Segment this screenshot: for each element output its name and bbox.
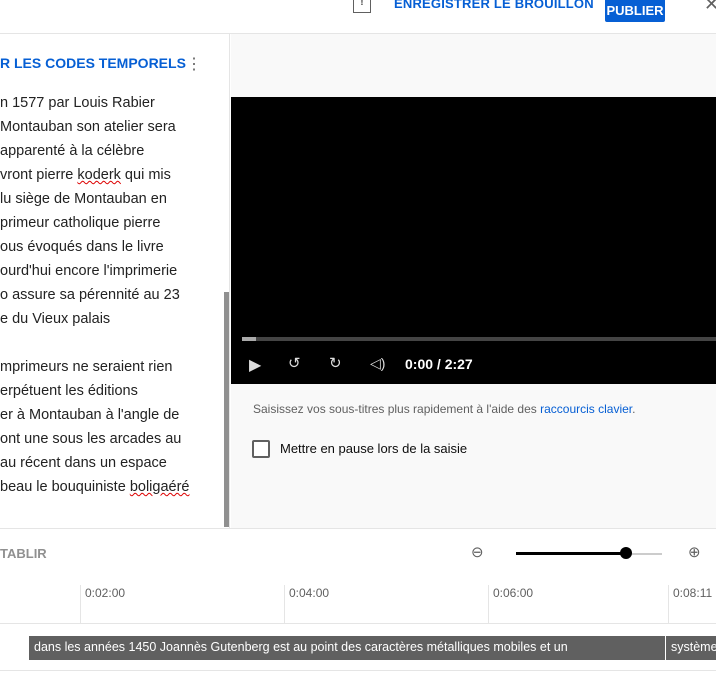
rewind-10-icon[interactable]: ↺ bbox=[288, 354, 301, 372]
zoom-out-icon[interactable]: ⊖ bbox=[471, 543, 484, 561]
restore-button[interactable]: TABLIR bbox=[0, 546, 47, 561]
feedback-icon[interactable]: ! bbox=[353, 0, 371, 13]
play-icon[interactable]: ▶ bbox=[249, 355, 261, 375]
zoom-slider-handle[interactable] bbox=[619, 547, 632, 559]
zoom-slider-fill bbox=[516, 552, 626, 555]
timeline-tick: 0:08:11 bbox=[668, 585, 712, 623]
subtitle-line: lu siège de Montauban en bbox=[0, 191, 167, 207]
scrollbar[interactable] bbox=[224, 292, 229, 527]
progress-bar[interactable] bbox=[242, 337, 716, 341]
subtitle-line: vront pierre koderk qui mis bbox=[0, 167, 171, 183]
subtitle-line: erpétuent les éditions bbox=[0, 383, 138, 399]
subtitle-line: o assure sa pérennité au 23 bbox=[0, 287, 180, 303]
divider bbox=[0, 623, 716, 624]
timeline-tick: 0:06:00 bbox=[488, 585, 533, 623]
hint-text: Saisissez vos sous-titres plus rapidemen… bbox=[253, 402, 541, 416]
caption-block[interactable]: système bbox=[666, 636, 716, 660]
save-draft-button[interactable]: ENREGISTRER LE BROUILLON bbox=[394, 0, 594, 11]
pause-while-typing-label: Mettre en pause lors de la saisie bbox=[280, 441, 468, 456]
subtitle-line: au récent dans un espace bbox=[0, 455, 167, 471]
zoom-in-icon[interactable]: ⊕ bbox=[688, 543, 701, 561]
divider bbox=[0, 670, 716, 671]
subtitle-line: Montauban son atelier sera bbox=[0, 119, 176, 135]
volume-icon[interactable]: ◁) bbox=[370, 355, 385, 372]
subtitle-line: ourd'hui encore l'imprimerie bbox=[0, 263, 178, 279]
caption-block[interactable]: dans les années 1450 Joannès Gutenberg e… bbox=[29, 636, 665, 660]
publish-button[interactable]: PUBLIER bbox=[605, 0, 665, 22]
subtitle-line: apparenté à la célèbre bbox=[0, 143, 145, 159]
subtitle-line: mprimeurs ne seraient rien bbox=[0, 359, 173, 375]
subtitle-line: ont une sous les arcades au bbox=[0, 431, 182, 447]
timeline-tick: 0:02:00 bbox=[80, 585, 125, 623]
hint-end: . bbox=[632, 402, 636, 416]
timeline-tick: 0:04:00 bbox=[284, 585, 329, 623]
subtitle-editor-panel: R LES CODES TEMPORELS ⋮ n 1577 par Louis… bbox=[0, 34, 230, 528]
subtitle-text-area[interactable]: n 1577 par Louis Rabier Montauban son at… bbox=[0, 91, 222, 499]
subtitle-line: e du Vieux palais bbox=[0, 311, 111, 327]
subtitle-line: beau le bouquiniste boligaéré bbox=[0, 479, 190, 495]
time-display: 0:00 / 2:27 bbox=[405, 356, 473, 372]
keyboard-shortcuts-link[interactable]: raccourcis clavier bbox=[540, 402, 632, 416]
subtitle-line: ous évoqués dans le livre bbox=[0, 239, 164, 255]
edit-timestamps-button[interactable]: R LES CODES TEMPORELS bbox=[0, 55, 186, 71]
more-vert-icon[interactable]: ⋮ bbox=[186, 54, 202, 74]
forward-10-icon[interactable]: ↻ bbox=[329, 354, 342, 372]
progress-fill bbox=[242, 337, 257, 341]
subtitle-line: n 1577 par Louis Rabier bbox=[0, 95, 155, 111]
close-icon[interactable]: ✕ bbox=[704, 0, 716, 15]
pause-while-typing-checkbox[interactable] bbox=[252, 440, 270, 458]
subtitle-line: primeur catholique pierre bbox=[0, 215, 161, 231]
subtitle-line: er à Montauban à l'angle de bbox=[0, 407, 180, 423]
subtitle-line bbox=[0, 331, 222, 355]
shortcut-hint: Saisissez vos sous-titres plus rapidemen… bbox=[253, 402, 635, 416]
